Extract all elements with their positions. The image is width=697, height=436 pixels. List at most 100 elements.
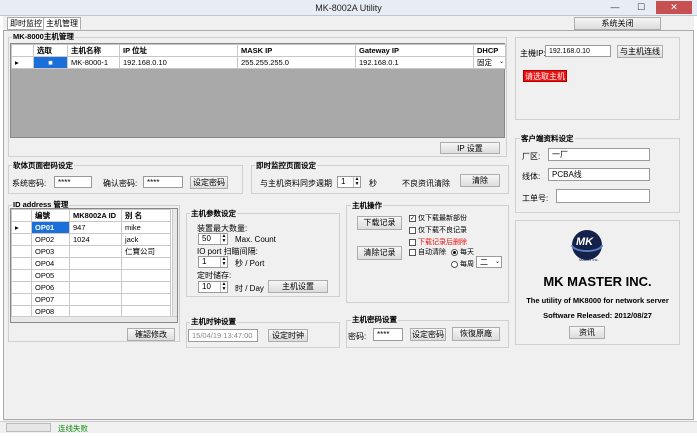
option-latest-label: 仅下载最新部份 bbox=[417, 215, 467, 222]
tab-host-management[interactable]: 主机管理 bbox=[43, 17, 81, 30]
checkbox-delete-after[interactable] bbox=[409, 238, 416, 246]
cell-id[interactable] bbox=[69, 257, 122, 270]
max-count-stepper[interactable]: 50 ▲ ▼ bbox=[198, 233, 228, 245]
cell-number[interactable]: OP05 bbox=[31, 269, 70, 282]
sync-period-stepper[interactable]: 1 ▲ ▼ bbox=[337, 176, 361, 188]
option-defect[interactable]: 仅下载不良记录 bbox=[409, 225, 467, 235]
col-alias: 别 名 bbox=[121, 209, 171, 222]
checkbox-latest[interactable]: ✓ bbox=[409, 214, 416, 222]
select-checkbox[interactable]: ■ bbox=[33, 56, 68, 69]
spin-arrows-icon[interactable]: ▲ ▼ bbox=[220, 234, 227, 244]
download-records-button[interactable]: 下载记录 bbox=[357, 216, 402, 230]
connect-host-button[interactable]: 与主机连线 bbox=[617, 45, 663, 58]
cell-alias[interactable] bbox=[121, 269, 171, 282]
radio-weekly[interactable]: 每周 bbox=[451, 259, 474, 269]
col-ip: IP 位址 bbox=[119, 44, 238, 57]
line-input[interactable]: PCBA线 bbox=[548, 168, 650, 181]
table-row[interactable]: OP03 仁寶公司 bbox=[11, 245, 171, 258]
option-auto-clear[interactable]: 自动清除 bbox=[409, 247, 446, 257]
cell-number[interactable]: OP04 bbox=[31, 257, 70, 270]
cell-id[interactable]: 947 bbox=[69, 221, 122, 234]
option-latest[interactable]: ✓ 仅下载最新部份 bbox=[409, 213, 467, 223]
system-password-input[interactable]: **** bbox=[54, 176, 92, 188]
weekday-select[interactable]: 二 ⌄ bbox=[476, 256, 502, 268]
spin-arrows-icon[interactable]: ▲ ▼ bbox=[220, 282, 227, 292]
cell-number[interactable]: OP01 bbox=[31, 221, 70, 234]
tab-realtime-monitor[interactable]: 即时监控 bbox=[7, 17, 45, 30]
line-label: 线体: bbox=[522, 172, 541, 181]
factory-reset-button[interactable]: 恢復原廠 bbox=[452, 327, 500, 341]
maximize-button[interactable]: ☐ bbox=[629, 1, 653, 14]
host-set-password-button[interactable]: 设定密码 bbox=[410, 328, 446, 341]
cell-id[interactable] bbox=[69, 281, 122, 294]
cell-host-name[interactable]: MK-8000-1 bbox=[67, 56, 120, 69]
cell-number[interactable]: OP02 bbox=[31, 233, 70, 246]
clear-records-button[interactable]: 清除记录 bbox=[357, 246, 402, 260]
vertical-scrollbar[interactable] bbox=[172, 209, 177, 322]
cell-mask[interactable]: 255.255.255.0 bbox=[237, 56, 356, 69]
dhcp-select[interactable]: 固定 ⌄ bbox=[473, 56, 506, 69]
row-header bbox=[11, 44, 34, 57]
radio-daily-button[interactable] bbox=[451, 248, 458, 256]
confirm-password-input[interactable]: **** bbox=[143, 176, 183, 188]
radio-daily[interactable]: 每天 bbox=[451, 247, 474, 257]
cell-alias[interactable] bbox=[121, 293, 171, 306]
cell-id[interactable] bbox=[69, 293, 122, 306]
dhcp-value: 固定 bbox=[477, 58, 492, 67]
spin-arrows-icon[interactable]: ▲ ▼ bbox=[353, 177, 360, 187]
cell-alias[interactable]: jack bbox=[121, 233, 171, 246]
set-password-button[interactable]: 设定密码 bbox=[190, 176, 228, 189]
cell-number[interactable]: OP06 bbox=[31, 281, 70, 294]
host-ip-input[interactable]: 192.168.0.10 bbox=[545, 45, 611, 57]
cell-id[interactable] bbox=[69, 269, 122, 282]
clock-field[interactable]: 15/04/19 13:47:00 bbox=[188, 329, 258, 342]
horizontal-scrollbar[interactable] bbox=[11, 316, 177, 322]
clear-button[interactable]: 清除 bbox=[460, 174, 500, 187]
table-row[interactable]: OP04 bbox=[11, 257, 171, 270]
chevron-down-icon[interactable]: ⌄ bbox=[499, 58, 504, 65]
table-row[interactable]: OP02 1024 jack bbox=[11, 233, 171, 246]
cell-alias[interactable]: mike bbox=[121, 221, 171, 234]
cell-number[interactable]: OP07 bbox=[31, 293, 70, 306]
order-input[interactable] bbox=[556, 189, 650, 203]
factory-label: 厂区: bbox=[522, 152, 541, 161]
ip-setting-button[interactable]: IP 设置 bbox=[440, 142, 500, 154]
cell-ip[interactable]: 192.168.0.10 bbox=[119, 56, 238, 69]
io-port-value: 1 bbox=[202, 257, 207, 266]
set-clock-button[interactable]: 设定时钟 bbox=[268, 329, 308, 342]
factory-input[interactable]: 一厂 bbox=[548, 148, 650, 161]
cell-gateway[interactable]: 192.168.0.1 bbox=[355, 56, 474, 69]
radio-weekly-button[interactable] bbox=[451, 260, 458, 268]
col-gateway: Gateway IP bbox=[355, 44, 474, 57]
spin-arrows-icon[interactable]: ▲ ▼ bbox=[220, 257, 227, 267]
cell-alias[interactable] bbox=[121, 281, 171, 294]
row-pointer-icon: ▸ bbox=[11, 56, 34, 69]
host-password-input[interactable]: **** bbox=[373, 328, 403, 341]
status-text: 连线失败 bbox=[58, 424, 88, 433]
option-delete-after[interactable]: 下载记录后删除 bbox=[409, 237, 467, 247]
info-button[interactable]: 资讯 bbox=[569, 326, 605, 339]
max-count-value: 50 bbox=[202, 234, 211, 243]
table-row[interactable]: ▸ OP01 947 mike bbox=[11, 221, 171, 234]
table-row[interactable]: OP05 bbox=[11, 269, 171, 282]
host-table: 选取 主机名称 IP 位址 MASK IP Gateway IP DHCP ▸ … bbox=[11, 44, 506, 69]
io-port-stepper[interactable]: 1 ▲ ▼ bbox=[198, 256, 228, 268]
checkbox-defect[interactable] bbox=[409, 226, 416, 234]
table-row[interactable]: OP06 bbox=[11, 281, 171, 294]
confirm-modify-button[interactable]: 確認修改 bbox=[127, 328, 175, 341]
table-row[interactable]: ▸ ■ MK-8000-1 192.168.0.10 255.255.255.0… bbox=[11, 56, 506, 69]
close-button[interactable]: ✕ bbox=[656, 1, 692, 14]
save-interval-stepper[interactable]: 10 ▲ ▼ bbox=[198, 281, 228, 293]
cell-alias[interactable]: 仁寶公司 bbox=[121, 245, 171, 258]
cell-number[interactable]: OP03 bbox=[31, 245, 70, 258]
checkbox-auto-clear[interactable] bbox=[409, 248, 416, 256]
minimize-button[interactable]: — bbox=[603, 1, 627, 14]
cell-alias[interactable] bbox=[121, 257, 171, 270]
host-setup-button[interactable]: 主机设置 bbox=[268, 280, 328, 293]
cell-id[interactable] bbox=[69, 245, 122, 258]
logo-text: MK bbox=[576, 236, 594, 248]
save-interval-unit: 时 / Day bbox=[235, 284, 264, 293]
cell-id[interactable]: 1024 bbox=[69, 233, 122, 246]
close-system-button[interactable]: 系统关闭 bbox=[574, 17, 661, 30]
table-row[interactable]: OP07 bbox=[11, 293, 171, 306]
